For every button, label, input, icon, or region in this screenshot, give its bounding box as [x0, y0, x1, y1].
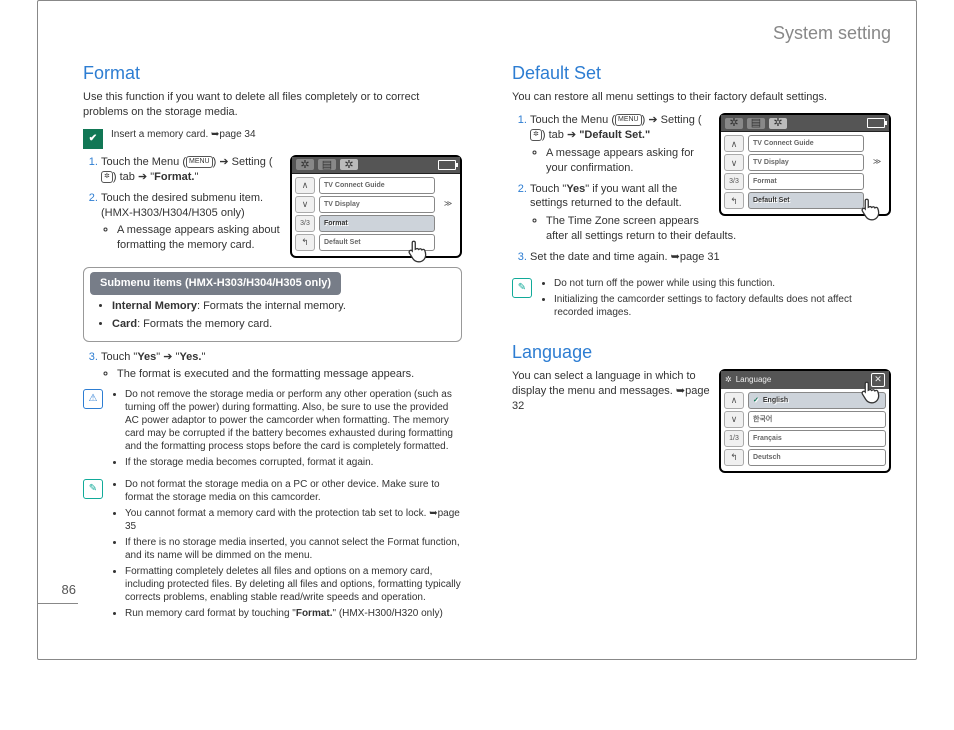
up-icon: ∧ — [724, 392, 744, 409]
battery-icon — [438, 160, 456, 170]
hand-pointer-icon — [857, 379, 883, 405]
hand-pointer-icon — [857, 196, 883, 222]
warning-text: Do not remove the storage media or perfo… — [125, 388, 462, 453]
default-set-intro: You can restore all menu settings to the… — [512, 90, 891, 105]
default-set-ui-preview: ✲ ▤ ✲ ∧TV Connect Guide ∨TV Display ≫ 3/3… — [719, 113, 891, 216]
submenu-box: Submenu items (HMX-H303/H304/H305 only) … — [83, 267, 462, 342]
ui-tab-icon: ✲ — [725, 118, 743, 129]
right-column: Default Set You can restore all menu set… — [502, 61, 916, 639]
ui-tab-icon: ✲ — [769, 118, 787, 129]
ui-tab-icon: ✲ — [340, 159, 358, 170]
ui-page-indicator: 3/3 — [295, 215, 315, 232]
default-step-3: Set the date and time again. ➥page 31 — [530, 250, 891, 265]
language-ui-preview: ✲ Language ✕ ∧✓English ∨한국어 1/3Français … — [719, 369, 891, 473]
tip-text: Do not format the storage media on a PC … — [125, 478, 462, 504]
down-icon: ∨ — [724, 411, 744, 428]
down-icon: ∨ — [295, 196, 315, 213]
submenu-item: Internal Memory: Formats the internal me… — [112, 299, 451, 314]
note-icon: ✎ — [512, 278, 532, 298]
ui-tab-icon: ▤ — [747, 118, 765, 129]
default-step-2-bullet: The Time Zone screen appears after all s… — [546, 214, 891, 244]
format-step-3-bullet: The format is executed and the formattin… — [117, 367, 462, 382]
warning-note: ⚠ Do not remove the storage media or per… — [83, 388, 462, 472]
ui-page-indicator: 1/3 — [724, 430, 744, 447]
gear-icon: ✲ — [725, 375, 732, 386]
format-ui-preview: ✲ ▤ ✲ ∧TV Connect Guide ∨TV Display ≫ 3/3… — [290, 155, 462, 258]
tip-text: If there is no storage media inserted, y… — [125, 536, 462, 562]
ui-item: Français — [748, 430, 886, 447]
up-icon: ∧ — [724, 135, 744, 152]
tip-text: You cannot format a memory card with the… — [125, 507, 462, 533]
menu-chip-icon: MENU — [186, 156, 213, 168]
ui-item: 한국어 — [748, 411, 886, 428]
back-icon: ↰ — [295, 234, 315, 251]
insert-card-note: ✔ Insert a memory card. ➥page 34 — [83, 128, 462, 149]
battery-icon — [867, 118, 885, 128]
language-panel-title: Language — [736, 375, 772, 386]
left-column: Format Use this function if you want to … — [38, 61, 472, 639]
check-icon: ✓ — [753, 397, 759, 404]
insert-card-text: Insert a memory card. ➥page 34 — [111, 128, 462, 141]
note-icon: ✎ — [83, 479, 103, 499]
ui-item-selected: Format — [319, 215, 435, 232]
more-icon: ≫ — [868, 155, 886, 170]
ui-item: Deutsch — [748, 449, 886, 466]
ui-item: TV Display — [748, 154, 864, 171]
format-intro: Use this function if you want to delete … — [83, 90, 462, 120]
default-tip-note: ✎ Do not turn off the power while using … — [512, 277, 891, 322]
tip-text: Formatting completely deletes all files … — [125, 565, 462, 604]
tip-text: Run memory card format by touching "Form… — [125, 607, 462, 620]
warning-icon: ⚠ — [83, 389, 103, 409]
ui-item: TV Connect Guide — [319, 177, 435, 194]
tip-note: ✎ Do not format the storage media on a P… — [83, 478, 462, 623]
ui-item-selected: Default Set — [748, 192, 864, 209]
more-icon: ≫ — [439, 197, 457, 212]
chapter-title: System setting — [773, 21, 891, 45]
gear-chip-icon: ✲ — [101, 171, 113, 183]
ui-tab-icon: ✲ — [296, 159, 314, 170]
down-icon: ∨ — [724, 154, 744, 171]
default-set-heading: Default Set — [512, 61, 891, 85]
back-icon: ↰ — [724, 192, 744, 209]
submenu-title: Submenu items (HMX-H303/H304/H305 only) — [90, 272, 341, 295]
page-number: 86 — [38, 577, 78, 604]
ui-page-indicator: 3/3 — [724, 173, 744, 190]
menu-chip-icon: MENU — [615, 114, 642, 126]
up-icon: ∧ — [295, 177, 315, 194]
ui-item: TV Connect Guide — [748, 135, 864, 152]
tip-text: Do not turn off the power while using th… — [554, 277, 891, 290]
language-intro: You can select a language in which to di… — [512, 369, 712, 414]
hand-pointer-icon — [404, 238, 430, 264]
tip-text: Initializing the camcorder settings to f… — [554, 293, 891, 319]
ui-item: Format — [748, 173, 864, 190]
ui-item: TV Display — [319, 196, 435, 213]
warning-text: If the storage media becomes corrupted, … — [125, 456, 462, 469]
card-icon: ✔ — [83, 129, 103, 149]
format-step-3: Touch "Yes" ➔ "Yes." The format is execu… — [101, 350, 462, 383]
language-heading: Language — [512, 340, 891, 364]
gear-chip-icon: ✲ — [530, 129, 542, 141]
format-heading: Format — [83, 61, 462, 85]
submenu-item: Card: Formats the memory card. — [112, 317, 451, 332]
back-icon: ↰ — [724, 449, 744, 466]
ui-tab-icon: ▤ — [318, 159, 336, 170]
